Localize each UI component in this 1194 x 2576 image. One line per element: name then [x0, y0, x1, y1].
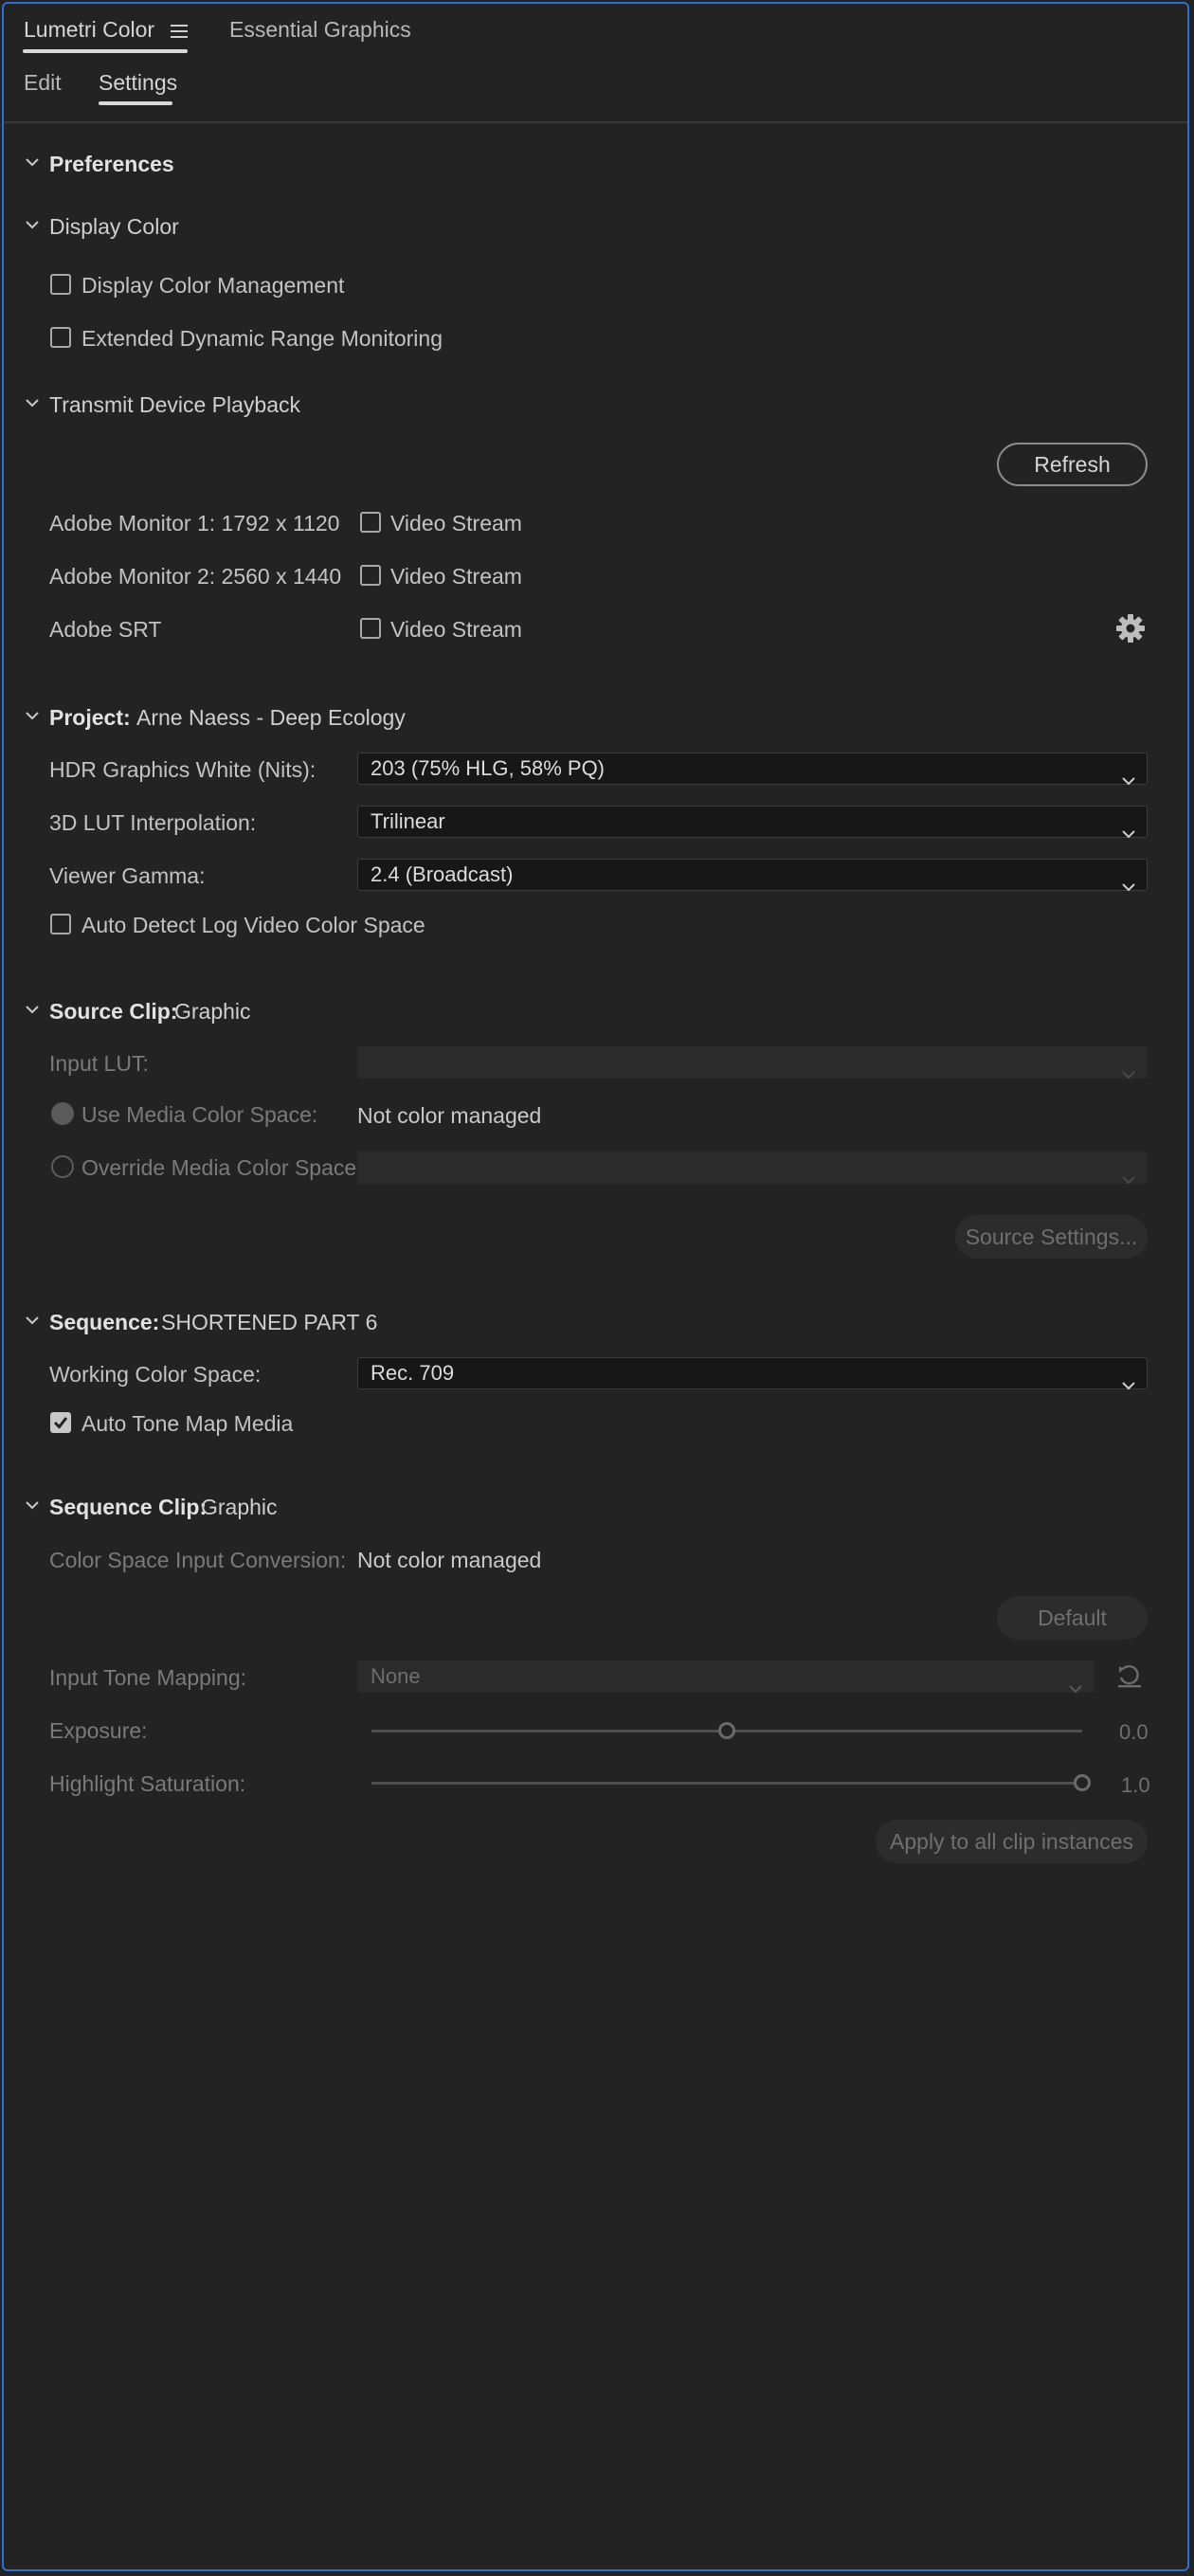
- hamburger-icon[interactable]: [171, 19, 188, 45]
- checkmark-icon: [53, 1417, 68, 1429]
- auto-detect-log-checkbox[interactable]: [50, 914, 71, 934]
- exposure-value[interactable]: 0.0: [1119, 1720, 1149, 1745]
- video-stream-checkbox[interactable]: [360, 618, 381, 639]
- auto-tone-map-checkbox[interactable]: [50, 1412, 71, 1433]
- video-stream-label: Video Stream: [390, 564, 522, 589]
- device-name: Adobe SRT: [49, 617, 162, 642]
- use-media-color-space-label: Use Media Color Space:: [81, 1102, 318, 1127]
- tab-settings[interactable]: Settings: [99, 70, 177, 96]
- dropdown-value: 203 (75% HLG, 58% PQ): [371, 756, 606, 780]
- chevron-down-icon[interactable]: [26, 220, 39, 231]
- video-stream-checkbox[interactable]: [360, 565, 381, 586]
- input-lut-dropdown[interactable]: [357, 1046, 1148, 1079]
- chevron-down-icon[interactable]: [26, 1315, 39, 1327]
- tab-edit[interactable]: Edit: [24, 70, 62, 96]
- highlight-saturation-slider-knob[interactable]: [1074, 1774, 1091, 1791]
- default-button[interactable]: Default: [997, 1596, 1148, 1640]
- chevron-down-icon: [1122, 870, 1135, 900]
- dropdown-value: Rec. 709: [371, 1361, 455, 1385]
- extended-dynamic-range-label: Extended Dynamic Range Monitoring: [81, 326, 443, 351]
- apply-to-all-clip-instances-button[interactable]: Apply to all clip instances: [876, 1820, 1148, 1863]
- chevron-down-icon: [1122, 1163, 1135, 1193]
- tab-active-indicator: [23, 49, 188, 53]
- dropdown-value: Trilinear: [371, 809, 445, 833]
- device-name: Adobe Monitor 1: 1792 x 1120: [49, 511, 340, 535]
- exposure-label: Exposure:: [49, 1718, 148, 1743]
- video-stream-label: Video Stream: [390, 617, 522, 642]
- chevron-down-icon[interactable]: [26, 1500, 39, 1512]
- tabs-divider: [4, 121, 1187, 123]
- chevron-down-icon[interactable]: [26, 711, 39, 722]
- refresh-button[interactable]: Refresh: [997, 443, 1148, 486]
- input-tone-mapping-dropdown[interactable]: None: [357, 1660, 1094, 1694]
- auto-tone-map-label: Auto Tone Map Media: [81, 1411, 294, 1436]
- sequence-clip-name: Graphic: [201, 1495, 278, 1519]
- chevron-down-icon: [1069, 1672, 1082, 1702]
- tab-settings-indicator: [99, 101, 172, 105]
- chevron-down-icon[interactable]: [26, 398, 39, 409]
- section-sequence[interactable]: Sequence:: [49, 1310, 159, 1335]
- tab-essential-graphics[interactable]: Essential Graphics: [229, 17, 411, 43]
- viewer-gamma-dropdown[interactable]: 2.4 (Broadcast): [357, 859, 1148, 892]
- chevron-down-icon: [1122, 1369, 1135, 1399]
- hdr-graphics-white-label: HDR Graphics White (Nits):: [49, 757, 317, 782]
- input-lut-label: Input LUT:: [49, 1051, 149, 1076]
- tab-lumetri-color[interactable]: Lumetri Color: [24, 17, 154, 43]
- video-stream-label: Video Stream: [390, 511, 522, 535]
- chevron-down-icon: [1122, 764, 1135, 794]
- lut-interpolation-dropdown[interactable]: Trilinear: [357, 806, 1148, 839]
- exposure-slider-knob[interactable]: [718, 1722, 735, 1739]
- use-media-color-space-radio[interactable]: [51, 1102, 74, 1125]
- dropdown-value: None: [371, 1664, 421, 1688]
- viewer-gamma-label: Viewer Gamma:: [49, 863, 206, 888]
- section-transmit-device-playback[interactable]: Transmit Device Playback: [49, 392, 300, 418]
- gear-icon[interactable]: [1115, 613, 1146, 649]
- chevron-down-icon: [1122, 817, 1135, 847]
- input-tone-mapping-label: Input Tone Mapping:: [49, 1665, 247, 1690]
- color-space-input-conversion-label: Color Space Input Conversion:: [49, 1548, 347, 1572]
- project-name: Arne Naess - Deep Ecology: [136, 705, 406, 730]
- lumetri-panel: [2, 2, 1189, 2571]
- video-stream-checkbox[interactable]: [360, 512, 381, 533]
- display-color-management-label: Display Color Management: [81, 273, 345, 298]
- dropdown-value: 2.4 (Broadcast): [371, 862, 514, 886]
- highlight-saturation-slider-track[interactable]: [371, 1782, 1082, 1785]
- auto-detect-log-label: Auto Detect Log Video Color Space: [81, 913, 425, 937]
- chevron-down-icon: [1122, 1058, 1135, 1088]
- chevron-down-icon[interactable]: [26, 157, 39, 169]
- section-preferences[interactable]: Preferences: [49, 152, 174, 177]
- lut-interpolation-label: 3D LUT Interpolation:: [49, 810, 257, 835]
- working-color-space-dropdown[interactable]: Rec. 709: [357, 1357, 1148, 1390]
- section-source-clip[interactable]: Source Clip:: [49, 999, 177, 1025]
- display-color-management-checkbox[interactable]: [50, 274, 71, 295]
- device-name: Adobe Monitor 2: 2560 x 1440: [49, 564, 342, 589]
- use-media-color-space-value: Not color managed: [357, 1103, 542, 1128]
- source-clip-name: Graphic: [174, 999, 251, 1024]
- override-media-color-space-dropdown[interactable]: [357, 1152, 1148, 1185]
- highlight-saturation-value[interactable]: 1.0: [1121, 1773, 1150, 1798]
- highlight-saturation-label: Highlight Saturation:: [49, 1771, 246, 1796]
- override-media-color-space-label: Override Media Color Space:: [81, 1155, 363, 1180]
- source-settings-button[interactable]: Source Settings...: [955, 1215, 1148, 1259]
- chevron-down-icon[interactable]: [26, 1005, 39, 1016]
- section-sequence-clip[interactable]: Sequence Clip:: [49, 1495, 207, 1520]
- section-project[interactable]: Project:: [49, 705, 131, 731]
- section-display-color[interactable]: Display Color: [49, 214, 179, 240]
- extended-dynamic-range-checkbox[interactable]: [50, 327, 71, 348]
- color-space-input-conversion-value: Not color managed: [357, 1548, 542, 1572]
- working-color-space-label: Working Color Space:: [49, 1362, 262, 1387]
- override-media-color-space-radio[interactable]: [51, 1155, 74, 1178]
- sequence-name: SHORTENED PART 6: [161, 1310, 378, 1334]
- reset-icon[interactable]: [1116, 1664, 1143, 1695]
- hdr-graphics-white-dropdown[interactable]: 203 (75% HLG, 58% PQ): [357, 753, 1148, 786]
